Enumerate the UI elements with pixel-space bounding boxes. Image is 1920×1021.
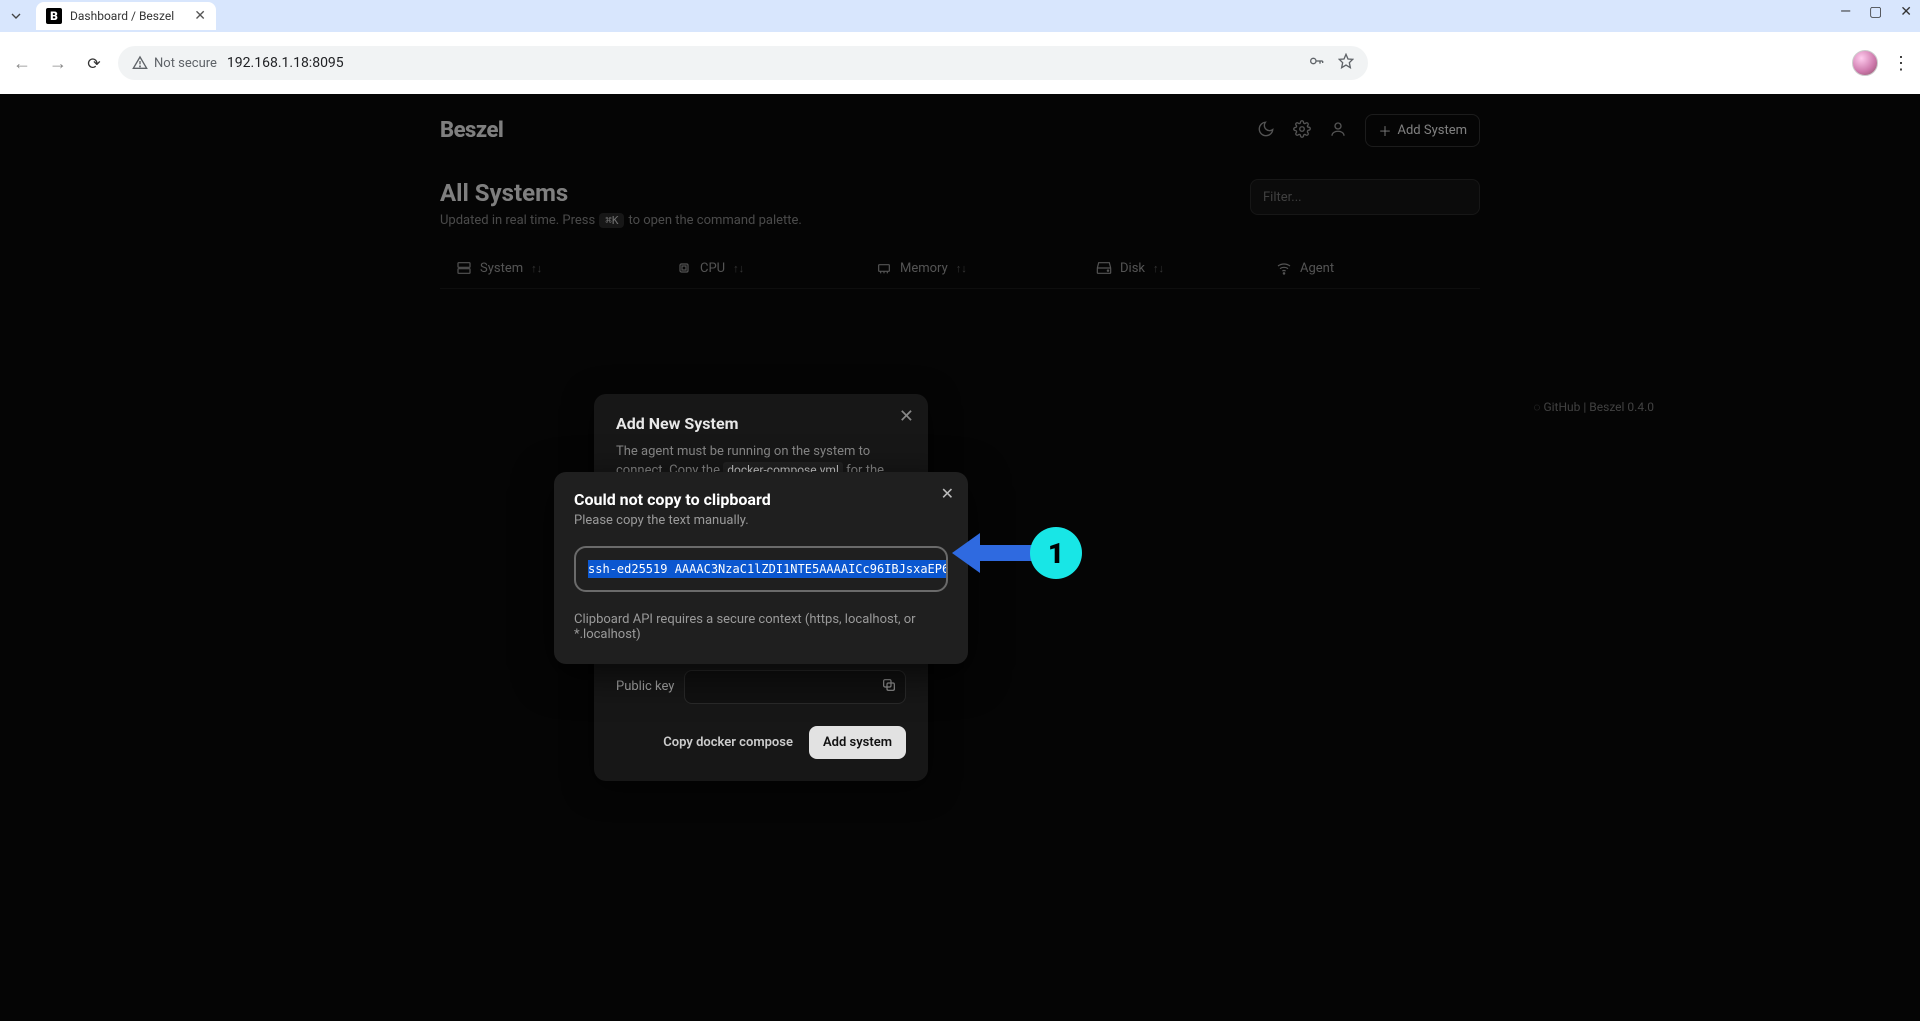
app-root: Beszel ＋ Add System All Systems Updated … bbox=[0, 94, 1920, 1021]
page-subtitle: Updated in real time. Press ⌘K to open t… bbox=[440, 213, 802, 228]
github-link[interactable]: GitHub bbox=[1543, 400, 1580, 414]
close-tab-icon[interactable]: ✕ bbox=[194, 8, 206, 24]
close-window-icon[interactable]: ✕ bbox=[1900, 4, 1912, 20]
wifi-icon bbox=[1276, 260, 1292, 276]
page-heading-block: All Systems Updated in real time. Press … bbox=[440, 179, 1480, 228]
maximize-icon[interactable]: ▢ bbox=[1869, 4, 1882, 20]
table-header-row: System ↑↓ CPU ↑↓ Memory ↑↓ Disk ↑↓ Agent bbox=[440, 248, 1480, 289]
alert-title: Could not copy to clipboard bbox=[574, 490, 948, 509]
browser-chrome: B Dashboard / Beszel ✕ — ▢ ✕ ← → ⟳ Not s… bbox=[0, 0, 1920, 94]
footer: ◌ GitHub | Beszel 0.4.0 bbox=[1533, 400, 1654, 414]
modal-title: Add New System bbox=[616, 414, 906, 433]
profile-avatar[interactable] bbox=[1852, 50, 1878, 76]
security-status[interactable]: Not secure bbox=[132, 55, 217, 71]
add-system-submit-button[interactable]: Add system bbox=[809, 726, 906, 759]
alert-subtitle: Please copy the text manually. bbox=[574, 513, 948, 528]
memory-icon bbox=[876, 260, 892, 276]
reload-button[interactable]: ⟳ bbox=[82, 54, 106, 73]
forward-button[interactable]: → bbox=[46, 53, 70, 74]
browser-tab[interactable]: B Dashboard / Beszel ✕ bbox=[36, 2, 216, 30]
address-bar[interactable]: Not secure 192.168.1.18:8095 bbox=[118, 46, 1368, 80]
col-disk[interactable]: Disk ↑↓ bbox=[1096, 260, 1276, 276]
public-key-field[interactable] bbox=[684, 670, 906, 704]
ssh-key-value: ssh-ed25519 AAAAC3NzaC1lZDI1NTE5AAAAICc9… bbox=[588, 560, 948, 578]
sort-icon: ↑↓ bbox=[956, 262, 967, 275]
cpu-icon bbox=[676, 260, 692, 276]
url-text: 192.168.1.18:8095 bbox=[227, 55, 344, 71]
disk-icon bbox=[1096, 260, 1112, 276]
brand-logo[interactable]: Beszel bbox=[440, 118, 503, 143]
col-system[interactable]: System ↑↓ bbox=[456, 260, 676, 276]
header-actions: ＋ Add System bbox=[1257, 114, 1480, 147]
password-key-icon[interactable] bbox=[1308, 53, 1324, 73]
col-cpu[interactable]: CPU ↑↓ bbox=[676, 260, 876, 276]
settings-icon[interactable] bbox=[1293, 120, 1311, 142]
window-controls: — ▢ ✕ bbox=[1840, 4, 1912, 20]
add-system-button[interactable]: ＋ Add System bbox=[1365, 114, 1480, 147]
warning-icon bbox=[132, 55, 148, 71]
col-memory[interactable]: Memory ↑↓ bbox=[876, 260, 1096, 276]
copy-docker-compose-button[interactable]: Copy docker compose bbox=[663, 735, 793, 750]
public-key-row: Public key bbox=[616, 670, 906, 704]
github-icon: ◌ bbox=[1533, 400, 1543, 414]
version-text: Beszel 0.4.0 bbox=[1589, 400, 1654, 414]
server-icon bbox=[456, 260, 472, 276]
sort-icon: ↑↓ bbox=[1153, 262, 1164, 275]
app-header: Beszel ＋ Add System bbox=[440, 94, 1480, 147]
page-title: All Systems bbox=[440, 179, 802, 207]
tab-bar: B Dashboard / Beszel ✕ — ▢ ✕ bbox=[0, 0, 1920, 32]
ssh-key-input[interactable]: ssh-ed25519 AAAAC3NzaC1lZDI1NTE5AAAAICc9… bbox=[574, 546, 948, 592]
kbd-shortcut: ⌘K bbox=[599, 213, 624, 228]
minimize-icon[interactable]: — bbox=[1840, 4, 1851, 20]
sort-icon: ↑↓ bbox=[733, 262, 744, 275]
tab-title: Dashboard / Beszel bbox=[70, 9, 174, 23]
back-button[interactable]: ← bbox=[10, 53, 34, 74]
plus-icon: ＋ bbox=[1378, 121, 1391, 140]
alert-footer: Clipboard API requires a secure context … bbox=[574, 612, 948, 642]
favicon-icon: B bbox=[46, 8, 62, 24]
public-key-label: Public key bbox=[616, 679, 674, 694]
filter-input[interactable] bbox=[1250, 179, 1480, 215]
annotation-badge: 1 bbox=[1030, 527, 1082, 579]
clipboard-error-modal: ✕ Could not copy to clipboard Please cop… bbox=[554, 472, 968, 664]
tab-search-dropdown[interactable] bbox=[6, 6, 26, 26]
bookmark-star-icon[interactable] bbox=[1338, 53, 1354, 73]
modal-actions: Copy docker compose Add system bbox=[616, 726, 906, 759]
theme-toggle-icon[interactable] bbox=[1257, 120, 1275, 142]
browser-menu-icon[interactable]: ⋮ bbox=[1892, 53, 1910, 74]
col-agent[interactable]: Agent bbox=[1276, 260, 1376, 276]
user-icon[interactable] bbox=[1329, 120, 1347, 142]
close-icon[interactable]: ✕ bbox=[899, 406, 914, 427]
close-icon[interactable]: ✕ bbox=[941, 484, 954, 503]
browser-toolbar: ← → ⟳ Not secure 192.168.1.18:8095 ⋮ bbox=[0, 32, 1920, 94]
copy-icon[interactable] bbox=[881, 677, 897, 697]
sort-icon: ↑↓ bbox=[531, 262, 542, 275]
